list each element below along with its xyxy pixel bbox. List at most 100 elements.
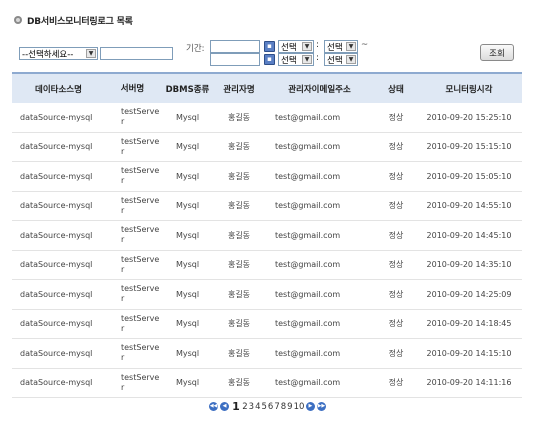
chevron-down-icon[interactable]: ▼ bbox=[302, 55, 312, 64]
cell-status: 정상 bbox=[388, 230, 404, 240]
cell-server: testServer bbox=[121, 313, 160, 333]
cell-status: 정상 bbox=[388, 201, 404, 211]
log-table: 데이타소스명 서버명 DBMS종류 관리자명 관리자이메일주소 상태 모니터링시… bbox=[12, 72, 522, 398]
chevron-down-icon[interactable]: ▼ bbox=[346, 42, 356, 51]
end-date-input[interactable] bbox=[210, 53, 260, 66]
cell-monitor-time: 2010-09-20 15:15:10 bbox=[426, 142, 512, 152]
calendar-icon[interactable]: ▪ bbox=[264, 41, 275, 52]
cell-status: 정상 bbox=[388, 289, 404, 299]
cell-server: testServer bbox=[121, 225, 160, 245]
cell-admin: 홍길동 bbox=[227, 348, 251, 358]
cell-dbms: Mysql bbox=[175, 348, 200, 358]
page-link[interactable]: 3 bbox=[249, 402, 254, 412]
last-page-icon[interactable]: ▶▶ bbox=[316, 402, 326, 411]
chevron-down-icon[interactable]: ▼ bbox=[302, 42, 312, 51]
table-row[interactable]: dataSource-mysql testServer Mysql 홍길동 test@g… bbox=[12, 192, 522, 221]
header-server: 서버명 bbox=[120, 83, 145, 94]
cell-datasource: dataSource-mysql bbox=[20, 112, 93, 122]
page-title: DB서비스모니터링로그 목록 bbox=[27, 16, 133, 27]
cell-server: testServer bbox=[121, 136, 160, 156]
cell-admin: 홍길동 bbox=[227, 260, 251, 270]
cell-admin-email: test@gmail.com bbox=[275, 260, 341, 270]
first-page-icon[interactable]: ◀◀ bbox=[209, 402, 219, 411]
cell-datasource: dataSource-mysql bbox=[20, 378, 93, 388]
cell-monitor-time: 2010-09-20 14:35:10 bbox=[426, 260, 512, 270]
cell-status: 정상 bbox=[388, 319, 404, 329]
cell-server: testServer bbox=[121, 166, 160, 186]
cell-datasource: dataSource-mysql bbox=[20, 348, 93, 358]
period-label: 기간: bbox=[186, 44, 205, 54]
cell-admin: 홍길동 bbox=[227, 201, 251, 211]
page-title-bar: DB서비스모니터링로그 목록 bbox=[14, 14, 133, 27]
table-body: dataSource-mysql testServer Mysql 홍길동 test@g… bbox=[12, 103, 522, 398]
page-current[interactable]: 1 bbox=[232, 400, 240, 413]
page-links: 2 3 4 5 6 7 8 9 10 bbox=[242, 402, 305, 412]
search-button[interactable]: 조회 bbox=[480, 44, 514, 61]
time-colon: : bbox=[316, 53, 320, 63]
cell-admin: 홍길동 bbox=[227, 142, 251, 152]
cell-dbms: Mysql bbox=[175, 112, 200, 122]
end-hour-select[interactable]: 선택 ▼ bbox=[278, 53, 314, 66]
cell-dbms: Mysql bbox=[175, 260, 200, 270]
cell-server: testServer bbox=[121, 107, 160, 127]
page-link[interactable]: 5 bbox=[261, 402, 266, 412]
datasource-select-value: --선택하세요-- bbox=[22, 49, 74, 60]
cell-admin-email: test@gmail.com bbox=[275, 378, 341, 388]
cell-server: testServer bbox=[121, 284, 160, 304]
cell-status: 정상 bbox=[388, 142, 404, 152]
table-row[interactable]: dataSource-mysql testServer Mysql 홍길동 test@g… bbox=[12, 339, 522, 369]
tilde-label: ~ bbox=[361, 40, 369, 50]
cell-admin: 홍길동 bbox=[227, 112, 251, 122]
start-hour-value: 선택 bbox=[281, 42, 297, 53]
table-row[interactable]: dataSource-mysql testServer Mysql 홍길동 test@g… bbox=[12, 251, 522, 280]
cell-admin-email: test@gmail.com bbox=[275, 142, 341, 152]
table-row[interactable]: dataSource-mysql testServer Mysql 홍길동 test@g… bbox=[12, 221, 522, 251]
search-input[interactable] bbox=[100, 47, 173, 60]
cell-admin: 홍길동 bbox=[227, 319, 251, 329]
datasource-select[interactable]: --선택하세요-- ▼ bbox=[19, 47, 98, 60]
chevron-down-icon[interactable]: ▼ bbox=[346, 55, 356, 64]
page-link[interactable]: 4 bbox=[255, 402, 260, 412]
cell-admin-email: test@gmail.com bbox=[275, 112, 341, 122]
cell-dbms: Mysql bbox=[175, 319, 200, 329]
header-dbms: DBMS종류 bbox=[165, 84, 210, 95]
header-monitor-time: 모니터링시각 bbox=[445, 84, 493, 95]
start-hour-select[interactable]: 선택 ▼ bbox=[278, 40, 314, 53]
start-minute-select[interactable]: 선택 ▼ bbox=[324, 40, 358, 53]
table-row[interactable]: dataSource-mysql testServer Mysql 홍길동 test@g… bbox=[12, 162, 522, 192]
end-minute-value: 선택 bbox=[327, 55, 343, 66]
header-status: 상태 bbox=[388, 84, 404, 95]
page-link[interactable]: 9 bbox=[287, 402, 292, 412]
cell-admin-email: test@gmail.com bbox=[275, 319, 341, 329]
table-row[interactable]: dataSource-mysql testServer Mysql 홍길동 test@g… bbox=[12, 103, 522, 133]
cell-status: 정상 bbox=[388, 378, 404, 388]
cell-monitor-time: 2010-09-20 14:55:10 bbox=[426, 201, 512, 211]
header-datasource: 데이타소스명 bbox=[35, 84, 82, 95]
start-date-input[interactable] bbox=[210, 40, 260, 53]
cell-status: 정상 bbox=[388, 171, 404, 181]
page-link[interactable]: 10 bbox=[294, 402, 305, 412]
cell-datasource: dataSource-mysql bbox=[20, 201, 93, 211]
cell-status: 정상 bbox=[388, 348, 404, 358]
page-link[interactable]: 8 bbox=[281, 402, 286, 412]
page-link[interactable]: 7 bbox=[274, 402, 279, 412]
cell-admin: 홍길동 bbox=[227, 171, 251, 181]
table-row[interactable]: dataSource-mysql testServer Mysql 홍길동 test@g… bbox=[12, 310, 522, 339]
table-row[interactable]: dataSource-mysql testServer Mysql 홍길동 test@g… bbox=[12, 133, 522, 162]
cell-monitor-time: 2010-09-20 15:05:10 bbox=[426, 171, 512, 181]
table-row[interactable]: dataSource-mysql testServer Mysql 홍길동 test@g… bbox=[12, 369, 522, 398]
chevron-down-icon[interactable]: ▼ bbox=[86, 49, 96, 58]
cell-dbms: Mysql bbox=[175, 201, 200, 211]
page-link[interactable]: 6 bbox=[268, 402, 273, 412]
prev-page-icon[interactable]: ◀ bbox=[220, 402, 230, 411]
cell-monitor-time: 2010-09-20 14:18:45 bbox=[426, 319, 512, 329]
cell-server: testServer bbox=[121, 254, 160, 274]
table-row[interactable]: dataSource-mysql testServer Mysql 홍길동 test@g… bbox=[12, 280, 522, 310]
end-minute-select[interactable]: 선택 ▼ bbox=[324, 53, 358, 66]
next-page-icon[interactable]: ▶ bbox=[305, 402, 315, 411]
calendar-icon[interactable]: ▪ bbox=[264, 54, 275, 65]
cell-monitor-time: 2010-09-20 15:25:10 bbox=[426, 112, 512, 122]
page-link[interactable]: 2 bbox=[242, 402, 247, 412]
cell-monitor-time: 2010-09-20 14:15:10 bbox=[426, 348, 512, 358]
cell-dbms: Mysql bbox=[175, 142, 200, 152]
